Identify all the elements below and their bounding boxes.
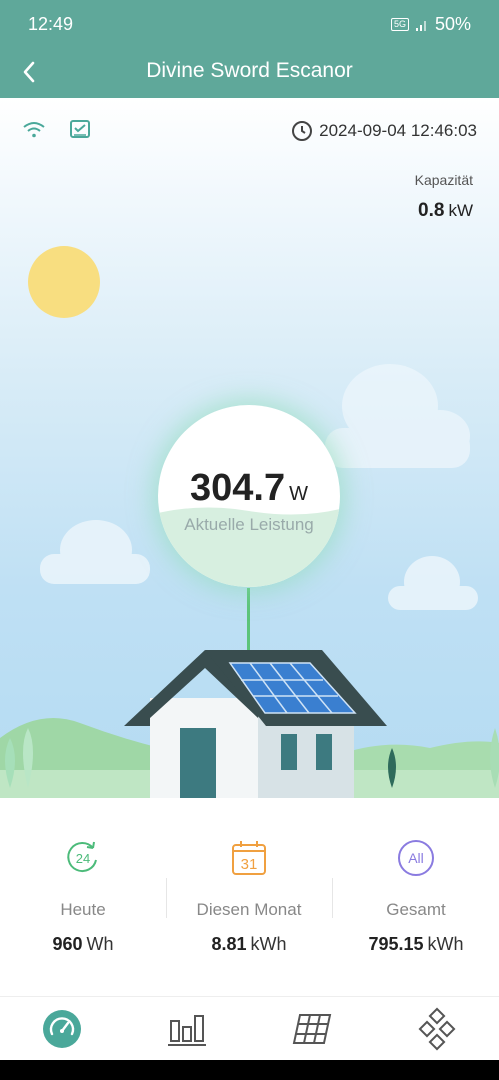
stat-unit: kWh	[250, 934, 287, 954]
capacity-unit: kW	[448, 201, 473, 220]
wifi-icon[interactable]	[20, 116, 48, 144]
solar-scene: 2024-09-04 12:46:03 Kapazität 0.8 kW 304.…	[0, 98, 499, 798]
battery-level: 50%	[434, 14, 471, 34]
signal-icon	[415, 20, 426, 31]
svg-text:24: 24	[76, 851, 90, 866]
network-type: 5G	[390, 18, 409, 31]
inverter-icon[interactable]	[66, 116, 94, 144]
stat-label: Heute	[60, 900, 106, 919]
app-bar: Divine Sword Escanor	[0, 50, 499, 98]
calendar-icon: 31	[232, 841, 266, 875]
capacity-value: 0.8 kW	[418, 200, 473, 222]
stat-unit: kWh	[427, 934, 464, 954]
capacity-number: 0.8	[418, 200, 445, 221]
bar-chart-icon[interactable]	[165, 1007, 209, 1051]
clock-icon	[292, 121, 313, 141]
stat-value: 795.15 kWh	[333, 934, 499, 955]
stat-unit: Wh	[86, 934, 114, 954]
current-power-gauge: 304.7 W Aktuelle Leistung	[158, 405, 340, 587]
more-icon[interactable]	[415, 1007, 459, 1051]
all-icon: All	[398, 840, 434, 876]
power-unit: W	[289, 483, 308, 505]
power-number: 304.7	[190, 467, 286, 509]
svg-text:All: All	[408, 850, 424, 866]
stat-number: 8.81	[211, 934, 247, 954]
datetime-text: 2024-09-04 12:46:03	[319, 121, 477, 140]
stat-value: 960 Wh	[0, 934, 166, 955]
system-nav-bar	[0, 1060, 499, 1080]
stat-today[interactable]: 24 Heute 960 Wh	[0, 798, 166, 996]
page-title: Divine Sword Escanor	[146, 59, 353, 82]
stat-label: Gesamt	[386, 900, 446, 919]
status-bar: 12:49 5G 50%	[0, 0, 499, 50]
status-time: 12:49	[28, 14, 74, 34]
energy-stats: 24 Heute 960 Wh 31 Diesen Monat 8.81 kWh A…	[0, 798, 499, 996]
stat-label: Diesen Monat	[196, 900, 302, 919]
stat-number: 795.15	[368, 934, 424, 954]
stat-value: 8.81 kWh	[166, 934, 332, 955]
current-power-value: 304.7 W	[158, 467, 340, 510]
stat-month[interactable]: 31 Diesen Monat 8.81 kWh	[166, 798, 332, 996]
status-indicators: 5G 50%	[390, 14, 471, 35]
svg-text:31: 31	[241, 856, 258, 873]
dashboard-icon[interactable]	[40, 1007, 84, 1051]
capacity-label: Kapazität	[414, 172, 473, 188]
bottom-tab-bar	[0, 996, 499, 1061]
solar-panel-icon[interactable]	[290, 1007, 334, 1051]
stat-number: 960	[52, 934, 83, 954]
stat-total[interactable]: All Gesamt 795.15 kWh	[333, 798, 499, 996]
device-datetime: 2024-09-04 12:46:03	[291, 120, 477, 142]
24h-icon: 24	[67, 841, 97, 873]
current-power-label: Aktuelle Leistung	[184, 515, 314, 534]
